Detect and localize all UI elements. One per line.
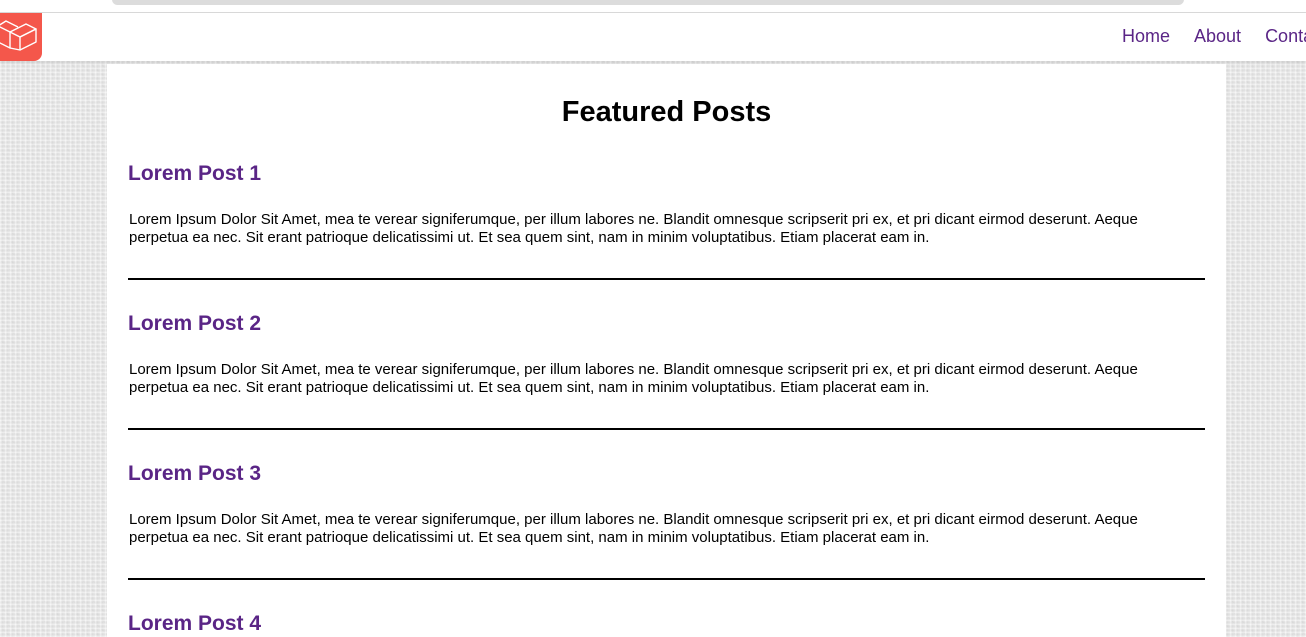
nav-links: Home About Conta: [1122, 26, 1306, 47]
brand-logo[interactable]: [0, 13, 42, 61]
post-excerpt: Lorem Ipsum Dolor Sit Amet, mea te verea…: [129, 511, 1138, 546]
post-item: Lorem Post 1 Lorem Ipsum Dolor Sit Amet,…: [128, 130, 1205, 280]
post-title-link[interactable]: Lorem Post 4: [128, 580, 1205, 637]
page-title: Featured Posts: [561, 96, 772, 128]
post-item: Lorem Post 3 Lorem Ipsum Dolor Sit Amet,…: [128, 430, 1205, 580]
nav-link-about[interactable]: About: [1194, 26, 1241, 47]
nav-link-home[interactable]: Home: [1122, 26, 1170, 47]
post-title-link[interactable]: Lorem Post 1: [128, 130, 1205, 187]
navbar: Home About Conta: [0, 13, 1306, 61]
post-item: Lorem Post 4: [128, 580, 1205, 637]
post-excerpt: Lorem Ipsum Dolor Sit Amet, mea te verea…: [129, 361, 1138, 396]
horizontal-scrollbar[interactable]: [112, 0, 1184, 5]
post-title-link[interactable]: Lorem Post 3: [128, 430, 1205, 487]
post-excerpt: Lorem Ipsum Dolor Sit Amet, mea te verea…: [129, 211, 1138, 246]
laravel-logo-icon: [0, 20, 37, 51]
browser-top-strip: [0, 0, 1306, 13]
main-content: Featured Posts Lorem Post 1 Lorem Ipsum …: [107, 64, 1226, 637]
post-title-link[interactable]: Lorem Post 2: [128, 280, 1205, 337]
posts-list: Lorem Post 1 Lorem Ipsum Dolor Sit Amet,…: [128, 130, 1205, 637]
nav-link-contact[interactable]: Conta: [1265, 26, 1306, 47]
post-item: Lorem Post 2 Lorem Ipsum Dolor Sit Amet,…: [128, 280, 1205, 430]
